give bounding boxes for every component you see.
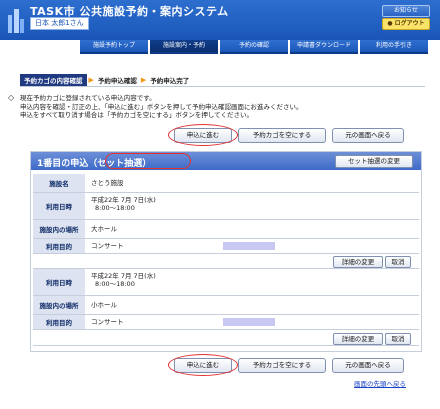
divider [20, 86, 425, 87]
header-bar: TASK市 公共施設予約・案内システム 日本 太郎1さん お知らせ ● ログアウ… [0, 0, 440, 40]
instruction-line: 現在予約カゴに登録されている申込内容です。 [20, 94, 156, 102]
date-value: 平成22年 7月 7日(水) 8:00〜18:00 [91, 196, 156, 212]
highlight-oval [105, 153, 191, 169]
empty-cart-button[interactable]: 予約カゴを空にする [238, 358, 326, 373]
empty-cart-button[interactable]: 予約カゴを空にする [238, 128, 326, 143]
facility-row: 施設名 さとう施設 [33, 174, 419, 193]
purpose-input[interactable] [223, 242, 275, 250]
entry-actions: 詳細の変更 取消 [33, 254, 419, 269]
tab-top[interactable]: 施設予約トップ [80, 40, 148, 54]
back-to-top-link[interactable]: 画面の先頭へ戻る [354, 378, 406, 388]
arrow-icon: ▶ [88, 76, 94, 84]
instruction-line: 申込内容を確認・訂正の上、「申込に進む」ボタンを押して予約申込確認画面にお進みく… [20, 102, 303, 111]
city-logo-icon [8, 9, 24, 33]
purpose-label: 利用目的 [33, 239, 85, 253]
detail-change-button[interactable]: 詳細の変更 [333, 333, 383, 345]
place-label: 施設内の場所 [33, 220, 85, 238]
cancel-button[interactable]: 取消 [385, 256, 411, 268]
tab-guide[interactable]: 利用の手引き [360, 40, 428, 54]
purpose-row: 利用目的 コンサート [33, 239, 419, 254]
date-value: 平成22年 7月 7日(水) 8:00〜18:00 [91, 272, 156, 288]
logout-button[interactable]: ● ログアウト [382, 18, 430, 30]
step-3: 予約申込完了 [150, 77, 190, 85]
time-text: 8:00〜18:00 [95, 204, 135, 212]
tab-download[interactable]: 申請書ダウンロード [290, 40, 358, 54]
time-text: 8:00〜18:00 [95, 280, 135, 288]
date-row: 利用日時 平成22年 7月 7日(水) 8:00〜18:00 [33, 269, 419, 296]
place-row: 施設内の場所 小ホール [33, 296, 419, 315]
instruction-line: 申込をすべて取り消す場合は「予約カゴを空にする」ボタンを押してください。 [20, 111, 253, 119]
place-row: 施設内の場所 大ホール [33, 220, 419, 239]
instructions: ◇ 現在予約カゴに登録されている申込内容です。 申込内容を確認・訂正の上、「申込… [8, 94, 303, 120]
date-text: 平成22年 7月 7日(水) [91, 272, 156, 280]
notice-button[interactable]: お知らせ [382, 5, 430, 17]
place-value: 小ホール [91, 301, 117, 309]
date-row: 利用日時 平成22年 7月 7日(水) 8:00〜18:00 [33, 193, 419, 220]
purpose-value: コンサート [91, 318, 124, 326]
purpose-input[interactable] [223, 318, 275, 326]
place-value: 大ホール [91, 225, 117, 233]
purpose-value: コンサート [91, 242, 124, 250]
highlight-oval [168, 124, 238, 146]
purpose-row: 利用目的 コンサート [33, 315, 419, 330]
facility-value: さとう施設 [91, 179, 124, 187]
progress-steps: 予約カゴの内容確認 ▶ 予約申込確認 ▶ 予約申込完了 [20, 74, 191, 86]
panel-title-prefix: 1番目の申込 [37, 159, 89, 169]
date-label: 利用日時 [33, 269, 85, 295]
reservation-panel: 1番目の申込（セット抽選） セット抽選の変更 施設名 さとう施設 利用日時 平成… [30, 151, 422, 352]
back-button[interactable]: 元の画面へ戻る [332, 128, 404, 143]
back-button[interactable]: 元の画面へ戻る [332, 358, 404, 373]
arrow-icon: ▶ [140, 76, 147, 84]
entry-actions: 詳細の変更 取消 [33, 331, 419, 346]
step-current: 予約カゴの内容確認 [20, 74, 87, 86]
date-label: 利用日時 [33, 193, 85, 219]
set-change-button[interactable]: セット抽選の変更 [335, 155, 413, 168]
detail-change-button[interactable]: 詳細の変更 [333, 256, 383, 268]
tab-confirm[interactable]: 予約の確認 [220, 40, 288, 54]
place-label: 施設内の場所 [33, 296, 85, 314]
highlight-oval [168, 354, 238, 376]
tab-facility[interactable]: 施設案内・予約 [150, 40, 218, 54]
panel-header: 1番目の申込（セット抽選） セット抽選の変更 [31, 152, 421, 170]
step-2: 予約申込確認 [97, 77, 137, 85]
purpose-label: 利用目的 [33, 315, 85, 329]
main-nav: 施設予約トップ 施設案内・予約 予約の確認 申請書ダウンロード 利用の手引き [80, 40, 428, 54]
date-text: 平成22年 7月 7日(水) [91, 196, 156, 204]
facility-label: 施設名 [33, 174, 85, 192]
diamond-icon: ◇ [8, 93, 15, 102]
user-name: 日本 太郎1さん [30, 17, 89, 30]
cancel-button[interactable]: 取消 [385, 333, 411, 345]
